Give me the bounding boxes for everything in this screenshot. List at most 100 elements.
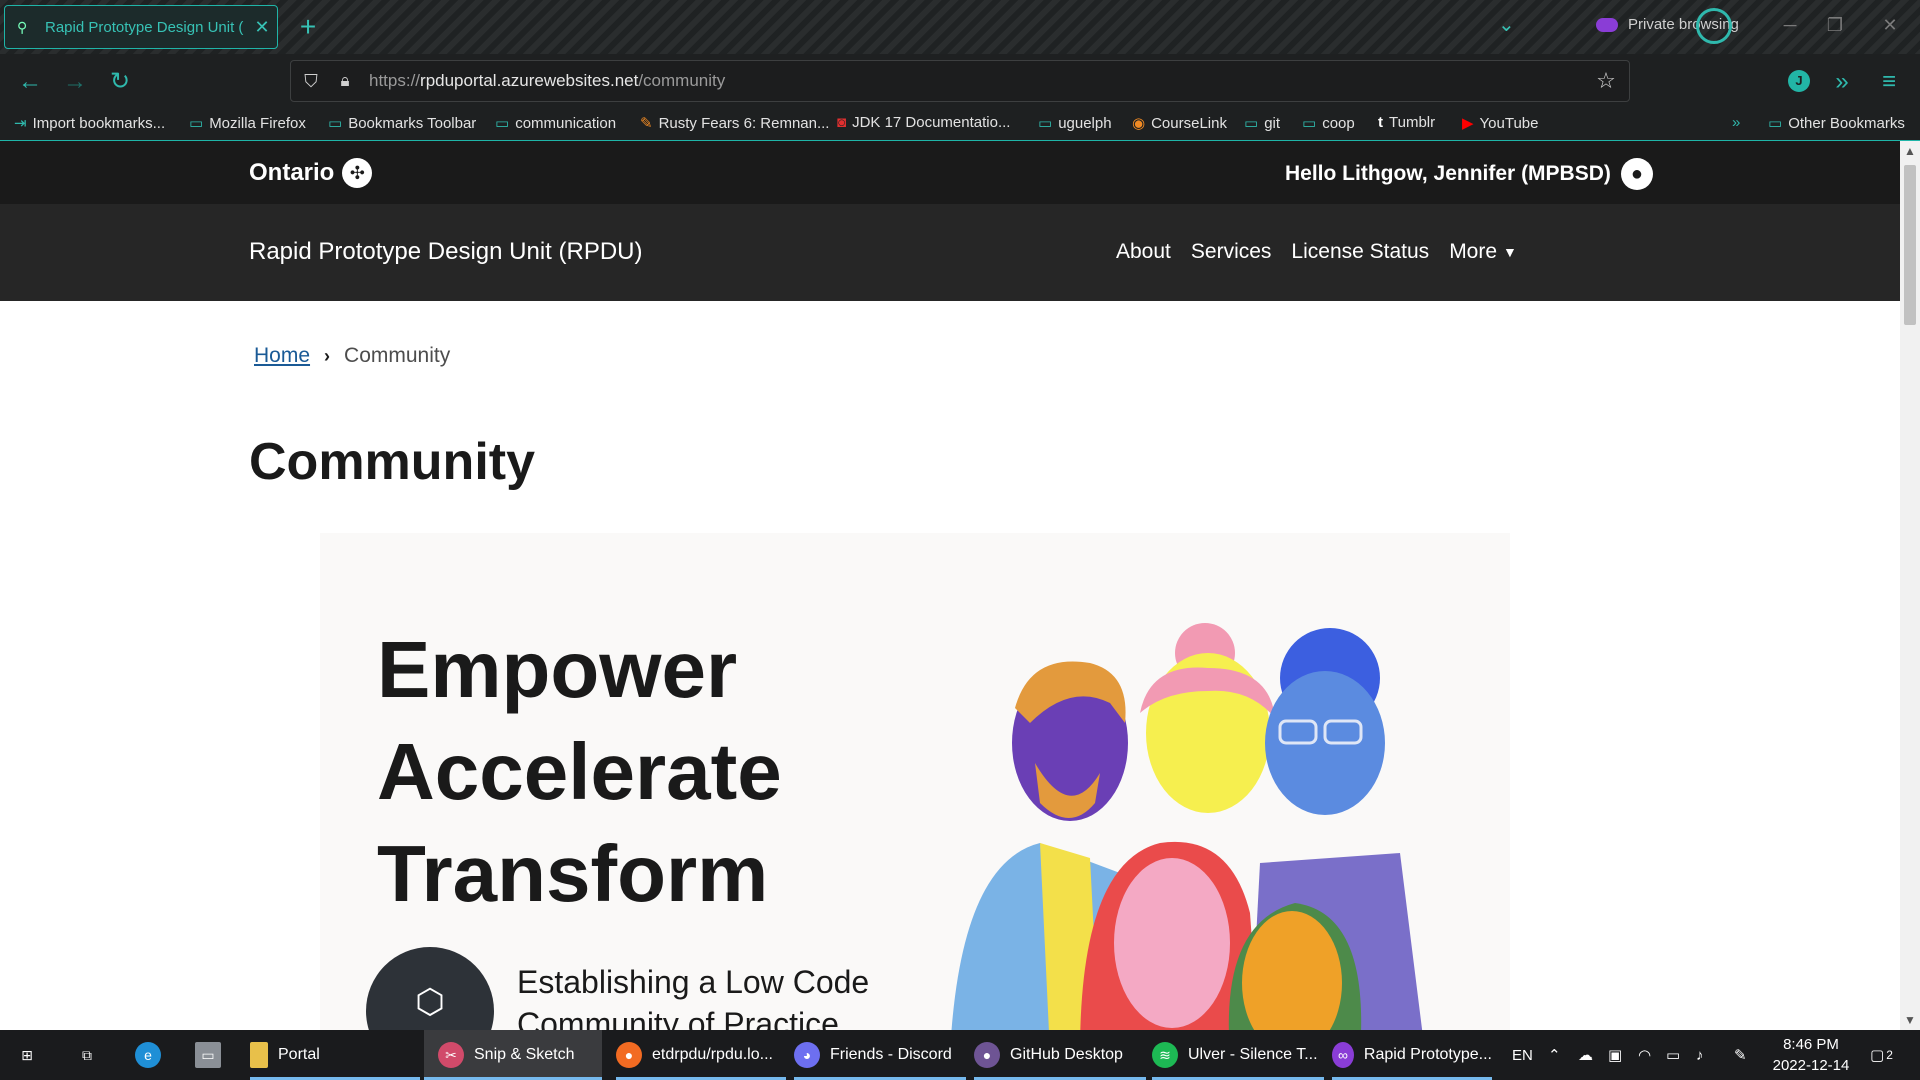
browser-tab[interactable]: ⚲ Rapid Prototype Design Unit ( ✕ <box>4 5 278 49</box>
bookmark-coop[interactable]: ▭ coop <box>1302 114 1355 133</box>
taskbar-edge[interactable]: e <box>135 1030 171 1080</box>
site-icon: ✎ <box>640 115 653 132</box>
close-tab-icon[interactable]: ✕ <box>247 17 277 38</box>
wifi-icon[interactable]: ◠ <box>1638 1030 1651 1080</box>
taskbar-item-spotify[interactable]: ≋ Ulver - Silence T... <box>1152 1030 1324 1080</box>
site-title[interactable]: Rapid Prototype Design Unit (RPDU) <box>249 238 642 266</box>
menu-hamburger-icon[interactable]: ≡ <box>1873 66 1905 98</box>
windows-logo-icon: ⊞ <box>21 1047 33 1063</box>
forward-arrow-icon[interactable]: → <box>59 66 91 98</box>
chevron-up-icon[interactable]: ⌃ <box>1548 1030 1561 1080</box>
back-arrow-icon[interactable]: ← <box>14 66 46 98</box>
taskbar-label: Ulver - Silence T... <box>1188 1046 1318 1063</box>
taskbar-label: Rapid Prototype... <box>1363 1046 1492 1063</box>
ontario-wordmark: Ontario <box>249 159 335 186</box>
start-button[interactable]: ⊞ <box>14 1030 50 1080</box>
restore-icon[interactable]: ❐ <box>1815 10 1855 40</box>
scroll-up-icon[interactable]: ▲ <box>1900 141 1920 161</box>
task-view-button[interactable]: ⧉ <box>74 1030 110 1080</box>
bookmark-communication[interactable]: ▭ communication <box>495 114 616 133</box>
bookmark-uguelph[interactable]: ▭ uguelph <box>1038 114 1112 133</box>
shield-icon[interactable]: ⛉ <box>301 71 321 91</box>
snip-sketch-icon: ✂ <box>438 1042 464 1068</box>
lock-icon[interactable]: 🔒︎ <box>335 71 355 91</box>
bookmark-star-icon[interactable]: ☆ <box>1591 68 1621 94</box>
page-scrollbar[interactable]: ▲ ▼ <box>1900 141 1920 1030</box>
volume-icon[interactable]: ♪ <box>1696 1030 1704 1080</box>
site-navigation: Rapid Prototype Design Unit (RPDU) About… <box>0 204 1900 301</box>
battery-icon[interactable]: ▭ <box>1666 1030 1680 1080</box>
scroll-down-icon[interactable]: ▼ <box>1900 1010 1920 1030</box>
extensions-overflow-icon[interactable]: » <box>1826 66 1858 98</box>
taskbar-item-firefox[interactable]: ● etdrpdu/rpdu.lo... <box>616 1030 786 1080</box>
nav-links: About Services License Status More ▼ <box>1116 240 1537 264</box>
hero-line-transform: Transform <box>377 829 769 918</box>
navigation-toolbar: ← → ↻ ⛉ 🔒︎ https://rpduportal.azurewebsi… <box>0 54 1920 109</box>
private-mask-icon: ∞ <box>1332 1042 1354 1068</box>
new-tab-button[interactable]: + <box>292 8 324 46</box>
nav-license-status[interactable]: License Status <box>1291 240 1429 264</box>
onedrive-icon[interactable]: ☁ <box>1578 1030 1593 1080</box>
firefox-icon: ● <box>616 1042 642 1068</box>
taskbar-label: Friends - Discord <box>830 1046 952 1063</box>
reload-icon[interactable]: ↻ <box>104 66 136 98</box>
user-greeting[interactable]: Hello Lithgow, Jennifer (MPBSD) ● <box>1285 158 1653 190</box>
minimize-icon[interactable]: ─ <box>1770 10 1810 40</box>
ontario-logo[interactable]: Ontario ✣ <box>249 158 373 188</box>
bookmarks-toolbar: ⇥ Import bookmarks... ▭ Mozilla Firefox ▭ B… <box>0 109 1920 141</box>
windows-taskbar: ⊞ ⧉ e ▭ Portal ✂ Snip & Sketch ● etdrpdu… <box>0 1030 1920 1080</box>
chevron-down-icon[interactable]: ⌄ <box>1498 12 1515 37</box>
bookmark-youtube[interactable]: ▶ YouTube <box>1462 114 1539 133</box>
folder-icon: ▭ <box>328 115 343 132</box>
scrollbar-thumb[interactable] <box>1904 165 1916 325</box>
url-text[interactable]: https://rpduportal.azurewebsites.net/com… <box>369 71 1591 91</box>
bookmark-bookmarks-toolbar[interactable]: ▭ Bookmarks Toolbar <box>328 114 476 133</box>
folder-icon: ▭ <box>1038 115 1053 132</box>
taskbar-item-portal[interactable]: Portal <box>250 1030 420 1080</box>
private-tab-icon: ⚲ <box>17 18 28 35</box>
notification-center[interactable]: ▢ 2 <box>1870 1030 1893 1080</box>
nav-more-dropdown[interactable]: More ▼ <box>1449 240 1517 264</box>
nav-more-label: More <box>1449 240 1498 263</box>
device-icon[interactable]: ▣ <box>1608 1030 1622 1080</box>
bookmark-mozilla-firefox[interactable]: ▭ Mozilla Firefox <box>189 114 306 133</box>
folder-icon: ▭ <box>1768 115 1783 132</box>
close-window-icon[interactable]: ✕ <box>1870 10 1910 40</box>
bookmarks-overflow-icon[interactable]: » <box>1732 114 1746 131</box>
taskbar-label: Portal <box>278 1046 320 1063</box>
nav-about[interactable]: About <box>1116 240 1171 264</box>
taskbar-computer[interactable]: ▭ <box>195 1030 231 1080</box>
address-bar[interactable]: ⛉ 🔒︎ https://rpduportal.azurewebsites.ne… <box>290 60 1630 102</box>
taskbar-item-discord[interactable]: ◕ Friends - Discord <box>794 1030 966 1080</box>
bookmark-tumblr[interactable]: t Tumblr <box>1378 114 1435 131</box>
hero-banner: Empower Accelerate Transform ⬡ Establish… <box>320 533 1510 1030</box>
ontario-header: Ontario ✣ Hello Lithgow, Jennifer (MPBSD… <box>0 141 1900 204</box>
taskbar-label: GitHub Desktop <box>1010 1046 1123 1063</box>
profile-avatar[interactable]: J <box>1788 70 1810 92</box>
github-icon: ● <box>974 1042 1000 1068</box>
tumblr-icon: t <box>1378 114 1383 131</box>
system-clock[interactable]: 8:46 PM 2022-12-14 <box>1766 1034 1856 1076</box>
private-mask-icon <box>1596 17 1618 32</box>
monitor-icon: ▭ <box>195 1042 221 1068</box>
bookmark-git[interactable]: ▭ git <box>1244 114 1280 133</box>
language-indicator[interactable]: EN <box>1512 1030 1533 1080</box>
bookmark-jdk17[interactable]: ◙ JDK 17 Documentatio... <box>837 114 1010 131</box>
bookmark-import[interactable]: ⇥ Import bookmarks... <box>14 114 165 133</box>
web-content: Ontario ✣ Hello Lithgow, Jennifer (MPBSD… <box>0 141 1900 1030</box>
hero-subtitle: Establishing a Low Code Community of Pra… <box>517 964 870 1030</box>
breadcrumb-home-link[interactable]: Home <box>254 344 310 368</box>
folder-icon <box>250 1042 268 1068</box>
taskbar-item-github-desktop[interactable]: ● GitHub Desktop <box>974 1030 1146 1080</box>
youtube-icon: ▶ <box>1462 115 1474 132</box>
taskbar-item-firefox-private[interactable]: ∞ Rapid Prototype... <box>1332 1030 1492 1080</box>
bookmark-rusty-fears[interactable]: ✎ Rusty Fears 6: Remnan... <box>640 114 829 133</box>
chevron-right-icon: › <box>324 345 331 366</box>
edge-icon: e <box>135 1042 161 1068</box>
pen-icon[interactable]: ✎ <box>1734 1030 1747 1080</box>
bookmark-courselink[interactable]: ◉ CourseLink <box>1132 114 1227 133</box>
bookmark-other-bookmarks[interactable]: ▭ Other Bookmarks <box>1768 114 1905 133</box>
taskbar-item-snip-sketch[interactable]: ✂ Snip & Sketch <box>424 1030 602 1080</box>
nav-services[interactable]: Services <box>1191 240 1272 264</box>
folder-icon: ▭ <box>1244 115 1259 132</box>
